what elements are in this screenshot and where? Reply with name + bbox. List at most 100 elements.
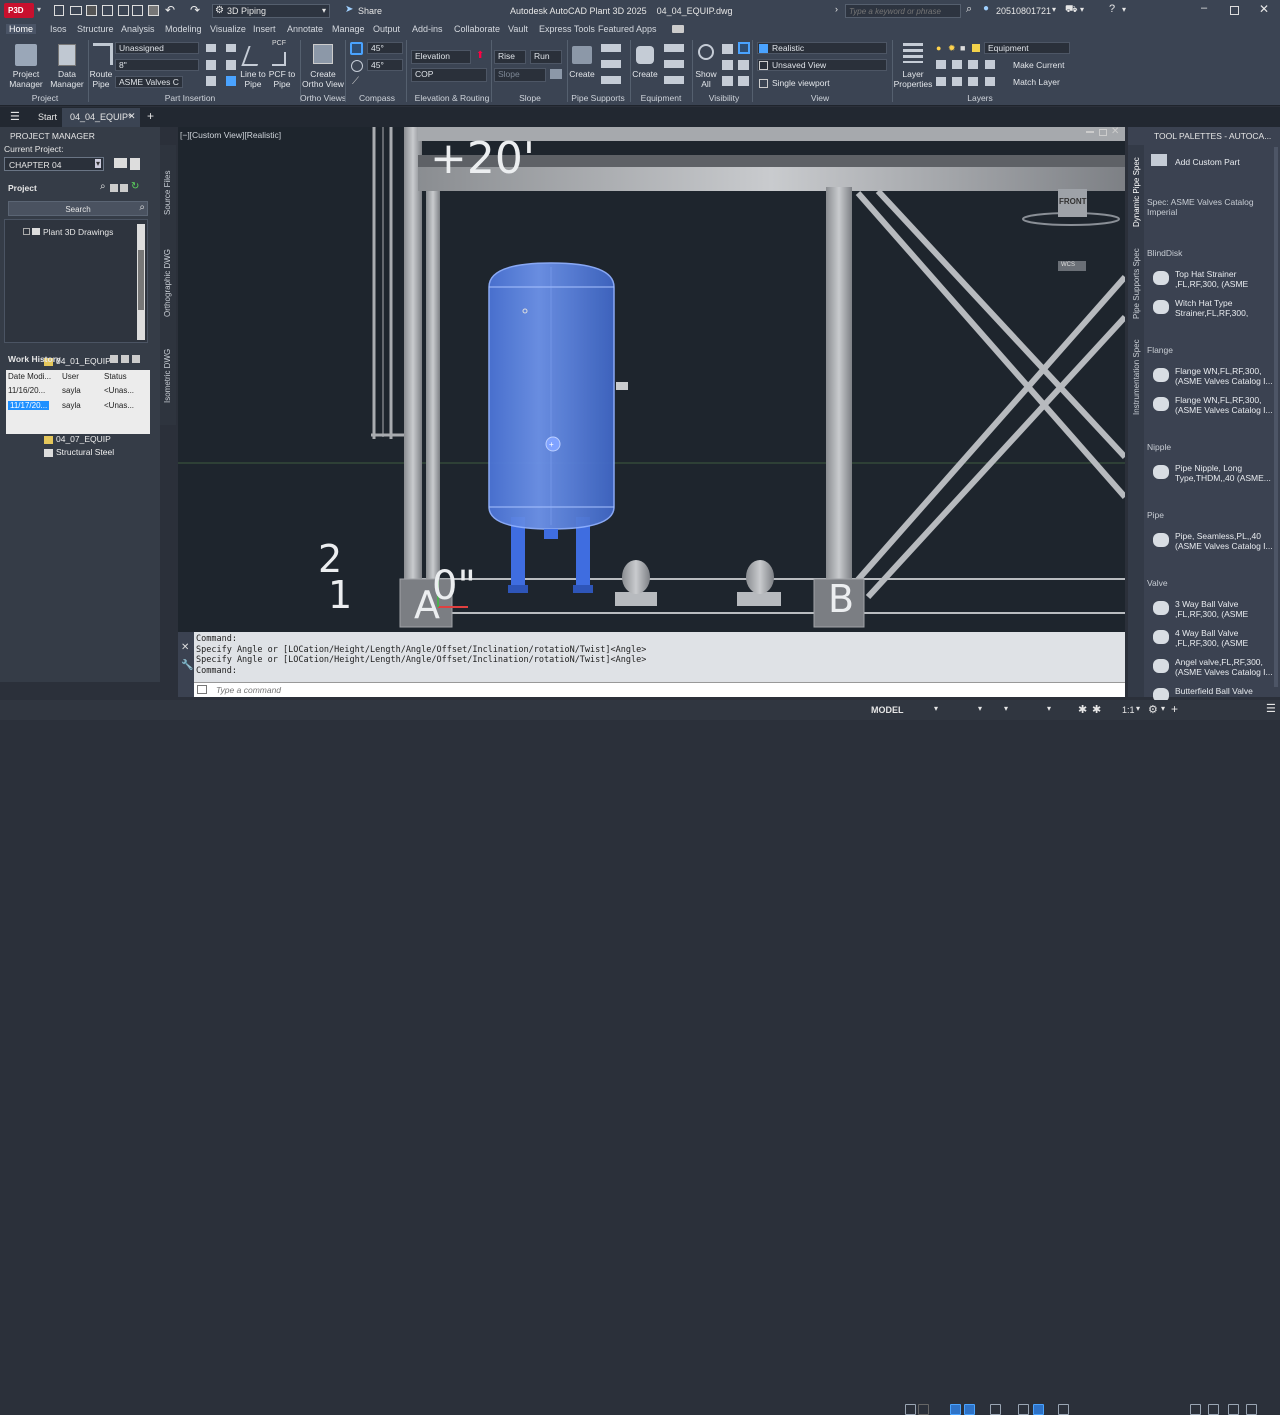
match-layer-icon[interactable] — [985, 77, 995, 86]
tee-icon[interactable] — [226, 60, 236, 70]
command-input[interactable] — [216, 684, 1096, 696]
publish-icon[interactable] — [114, 158, 127, 168]
column-header[interactable]: Status — [104, 372, 127, 381]
save-icon[interactable] — [86, 5, 97, 16]
tab-isometric-dwg[interactable]: Isometric DWG — [163, 349, 172, 403]
tab-pipe-supports-spec[interactable]: Pipe Supports Spec — [1132, 248, 1141, 319]
layer-properties-button[interactable]: Layer Properties — [893, 69, 933, 89]
elbow-icon[interactable] — [226, 76, 236, 86]
equipment-tool-2-icon[interactable] — [664, 60, 684, 68]
rise-field[interactable]: Rise — [494, 50, 526, 64]
palette-item[interactable]: Butterfield Ball Valve — [1175, 686, 1273, 696]
help-icon[interactable]: ? — [1109, 3, 1115, 15]
ribbon-options-icon[interactable] — [672, 25, 684, 33]
workspace-select[interactable]: 3D Piping ⚙ ▾ — [212, 4, 330, 18]
palette-item[interactable]: Witch Hat Type Strainer,FL,RF,300, (ASM.… — [1175, 298, 1273, 320]
cop-select[interactable]: COP — [411, 68, 487, 82]
grid-icon[interactable] — [905, 1404, 916, 1415]
viewport-close-icon[interactable]: ✕ — [1111, 127, 1119, 137]
snap-icon[interactable] — [351, 60, 363, 72]
close-icon[interactable]: ✕ — [181, 642, 189, 653]
ortho-views-label[interactable]: Ortho Views — [300, 93, 346, 103]
wrench-icon[interactable]: 🔧 — [181, 660, 193, 671]
palette-item-icon[interactable] — [1153, 368, 1169, 382]
support-tool-1-icon[interactable] — [601, 44, 621, 52]
valve-icon[interactable] — [206, 44, 216, 52]
ribbon-tab-manage[interactable]: Manage — [332, 24, 365, 34]
chevron-down-icon[interactable]: ▾ — [934, 704, 938, 713]
ribbon-tab-annotate[interactable]: Annotate — [287, 24, 323, 34]
run-field[interactable]: Run — [530, 50, 562, 64]
palette-section-header[interactable]: BlindDisk — [1147, 248, 1182, 258]
redo-icon[interactable]: ↷ — [190, 3, 200, 17]
isodraft-icon[interactable] — [990, 1404, 1001, 1415]
create-equipment-button[interactable]: Create — [631, 69, 659, 79]
doc-tab-start[interactable]: Start — [38, 112, 57, 122]
save-as-icon[interactable] — [102, 5, 113, 16]
cart-icon[interactable]: ⛟ — [1065, 4, 1078, 17]
chevron-down-icon[interactable]: ▾ — [1047, 704, 1051, 713]
share-icon[interactable]: ➤ — [345, 4, 353, 15]
undo-icon[interactable]: ↶ — [165, 3, 175, 17]
search-icon[interactable]: ⌕ — [966, 3, 972, 16]
layer-tool-4-icon[interactable] — [936, 77, 946, 86]
equipment-icon[interactable] — [636, 46, 654, 64]
help-search-input[interactable] — [845, 4, 961, 18]
line-to-pipe-icon[interactable] — [241, 46, 265, 66]
pipe-support-icon[interactable] — [572, 46, 592, 64]
plus-icon[interactable]: + — [1171, 702, 1178, 716]
ribbon-tab-output[interactable]: Output — [373, 24, 400, 34]
compass-toggle-icon[interactable] — [350, 42, 363, 55]
palette-item-icon[interactable] — [1153, 601, 1169, 615]
ribbon-tab-visualize[interactable]: Visualize — [210, 24, 246, 34]
view-panel-label[interactable]: View — [800, 93, 840, 103]
layer-tool-1-icon[interactable] — [936, 60, 946, 69]
menu-icon[interactable]: ☰ — [10, 110, 20, 123]
layer-tool-5-icon[interactable] — [952, 77, 962, 86]
open-web-icon[interactable] — [118, 5, 129, 16]
clean-screen-icon[interactable] — [1228, 1404, 1239, 1415]
chevron-down-icon[interactable]: ▾ — [1080, 5, 1084, 14]
table-cell[interactable]: 11/17/20... — [8, 401, 50, 410]
project-search-field[interactable]: Search ⌕ — [8, 201, 148, 216]
chevron-right-icon[interactable]: › — [835, 4, 838, 14]
close-icon[interactable]: ✕ — [1259, 2, 1269, 16]
add-custom-part-icon[interactable] — [1151, 154, 1167, 166]
customize-icon[interactable]: ☰ — [1266, 702, 1276, 715]
palette-scrollbar[interactable] — [1274, 147, 1278, 687]
create-support-button[interactable]: Create — [568, 69, 596, 79]
elevation-field[interactable]: Elevation — [411, 50, 471, 64]
size-select[interactable]: 8" — [115, 59, 199, 71]
front-label[interactable]: FRONT — [1059, 197, 1087, 206]
share-button[interactable]: Share — [358, 6, 382, 16]
tree-item[interactable]: 04_07_EQUIP — [56, 434, 111, 444]
tree-item[interactable]: 04_01_EQUIP — [56, 356, 111, 366]
column-header[interactable]: User — [62, 372, 79, 381]
elevation-icon[interactable]: ⬆ — [476, 50, 484, 61]
palette-item-icon[interactable] — [1153, 630, 1169, 644]
palette-item-icon[interactable] — [1153, 271, 1169, 285]
match-layer-button[interactable]: Match Layer — [1013, 77, 1060, 87]
palette-item[interactable]: Angel valve,FL,RF,300, (ASME Valves Cata… — [1175, 657, 1273, 677]
snap-mode-icon[interactable] — [918, 1404, 929, 1415]
ribbon-tab-insert[interactable]: Insert — [253, 24, 276, 34]
plot-icon[interactable] — [148, 5, 159, 16]
gear-icon[interactable]: ⚙ — [1148, 703, 1158, 716]
pcf-icon[interactable]: PCF — [272, 40, 286, 47]
annotation-visibility-icon[interactable]: ✱ — [1092, 703, 1101, 716]
table-cell[interactable]: <Unas... — [104, 401, 134, 410]
wcs-label[interactable]: WCS — [1061, 262, 1075, 268]
palette-item[interactable]: Flange WN,FL,RF,300, (ASME Valves Catalo… — [1175, 366, 1273, 386]
project-manager-icon[interactable] — [15, 44, 37, 66]
add-custom-part[interactable]: Add Custom Part — [1175, 157, 1240, 167]
palette-item-icon[interactable] — [1153, 300, 1169, 314]
palette-item[interactable]: Flange WN,FL,RF,300, (ASME Valves Catalo… — [1175, 395, 1273, 415]
history-tool-2-icon[interactable] — [121, 355, 129, 363]
collapse-icon[interactable] — [23, 228, 30, 235]
tab-source-files[interactable]: Source Files — [163, 171, 172, 215]
create-ortho-view-button[interactable]: Create Ortho View — [301, 69, 345, 89]
line-to-pipe-button[interactable]: Line to Pipe — [238, 69, 268, 89]
project-manager-button[interactable]: Project Manager — [6, 69, 46, 89]
tree-item[interactable]: Structural Steel — [56, 447, 114, 457]
palette-item-icon[interactable] — [1153, 465, 1169, 479]
